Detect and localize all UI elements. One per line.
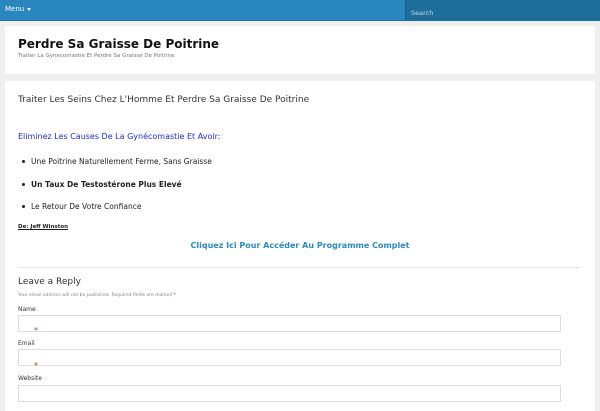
- bullet-icon: [22, 204, 25, 208]
- email-field[interactable]: [18, 349, 561, 366]
- list-item: Le Retour De Votre Confiance: [22, 202, 141, 211]
- benefit-text: Une Poitrine Naturellement Ferme, Sans G…: [31, 157, 212, 166]
- divider: [18, 267, 580, 268]
- name-field[interactable]: [18, 315, 561, 332]
- menu-toggle[interactable]: Menu: [5, 4, 32, 14]
- email-label: Email: [18, 340, 35, 347]
- comment-notes: Your email address will not be published…: [18, 293, 176, 298]
- article-title: Traiter Les Seins Chez L'Homme Et Perdre…: [18, 95, 310, 105]
- benefit-text: Un Taux De Testostérone Plus Elevé: [31, 180, 182, 189]
- site-description: Traiter La Gynecomastie Et Perdre Sa Gra…: [18, 53, 175, 59]
- bullet-icon: [22, 182, 25, 186]
- top-navigation-bar: Menu: [0, 0, 600, 23]
- section-heading: Eliminez Les Causes De La Gynécomastie E…: [18, 132, 221, 141]
- search-input[interactable]: [406, 3, 600, 23]
- site-header: Perdre Sa Graisse De Poitrine Traiter La…: [5, 26, 595, 74]
- list-item: Une Poitrine Naturellement Ferme, Sans G…: [22, 157, 212, 166]
- author-byline: De: Jeff Winston: [18, 224, 69, 230]
- comment-note-text: Your email address will not be published…: [18, 293, 173, 298]
- bullet-icon: [22, 159, 25, 163]
- website-label: Website: [18, 375, 42, 382]
- name-required-marker: *: [34, 326, 38, 335]
- comment-form-title: Leave a Reply: [18, 277, 81, 287]
- site-title[interactable]: Perdre Sa Graisse De Poitrine: [18, 37, 219, 51]
- benefit-text: Le Retour De Votre Confiance: [31, 202, 142, 211]
- caret-down-icon: [27, 7, 32, 11]
- main-content: Traiter Les Seins Chez L'Homme Et Perdre…: [5, 81, 595, 411]
- email-required-marker: *: [34, 361, 38, 370]
- name-label: Name: [18, 306, 36, 313]
- menu-label: Menu: [5, 5, 25, 13]
- search-box: [405, 0, 600, 23]
- required-marker: *: [173, 293, 176, 298]
- program-cta-link[interactable]: Cliquez Ici Pour Accéder Au Programme Co…: [5, 241, 595, 250]
- website-field[interactable]: [18, 385, 561, 402]
- list-item: Un Taux De Testostérone Plus Elevé: [22, 180, 182, 189]
